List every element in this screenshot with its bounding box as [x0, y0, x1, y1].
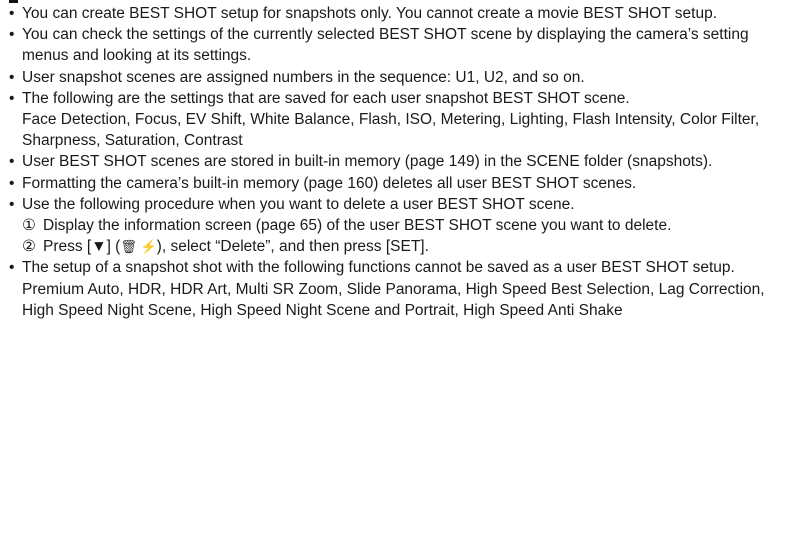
bullet: • — [9, 5, 15, 22]
bullet: • — [9, 174, 15, 192]
note-text: User BEST SHOT scenes are stored in buil… — [22, 153, 713, 171]
note-text: User snapshot scenes are assigned number… — [22, 68, 585, 86]
note-item: • You can check the settings of the curr… — [9, 24, 794, 66]
step-text: Display the information screen (page 65)… — [43, 217, 672, 235]
trash-flash-icon: 🗑 ⚡ — [120, 239, 157, 255]
bullet: • — [9, 89, 15, 107]
note-item: • User BEST SHOT scenes are stored in bu… — [9, 151, 794, 172]
note-text: Use the following procedure when you wan… — [22, 195, 575, 213]
step-number: ② — [22, 238, 36, 256]
procedure-step-2: ② Press [▼] (🗑 ⚡), select “Delete”, and … — [22, 236, 794, 257]
note-item: • The setup of a snapshot shot with the … — [9, 257, 794, 321]
note-item: • User snapshot scenes are assigned numb… — [9, 67, 794, 88]
note-item: • Use the following procedure when you w… — [9, 194, 794, 258]
step-text-post: ), select “Delete”, and then press [SET]… — [156, 238, 429, 256]
note-item: • The following are the settings that ar… — [9, 88, 794, 152]
bullet: • — [9, 195, 15, 213]
note-item: • Formatting the camera’s built-in memor… — [9, 173, 794, 194]
bullet: • — [9, 153, 15, 171]
note-text: Formatting the camera’s built-in memory … — [22, 174, 637, 192]
step-number: ① — [22, 217, 36, 235]
note-text: You can check the settings of the curren… — [22, 26, 749, 65]
bullet: • — [9, 26, 15, 44]
bullet: • — [9, 259, 15, 277]
step-text-pre: Press [▼] ( — [43, 238, 121, 256]
note-text: The setup of a snapshot shot with the fo… — [22, 259, 735, 277]
bullet: • — [9, 68, 15, 86]
notes-list: • You can create BEST SHOT setup for sna… — [9, 3, 794, 321]
note-item: • You can create BEST SHOT setup for sna… — [9, 3, 794, 24]
note-text: You can create BEST SHOT setup for snaps… — [22, 5, 718, 22]
saved-settings-list: Face Detection, Focus, EV Shift, White B… — [22, 111, 760, 150]
note-text: The following are the settings that are … — [22, 89, 630, 107]
unsupported-functions-list: Premium Auto, HDR, HDR Art, Multi SR Zoo… — [22, 280, 765, 319]
procedure-step-1: ① Display the information screen (page 6… — [22, 215, 794, 236]
